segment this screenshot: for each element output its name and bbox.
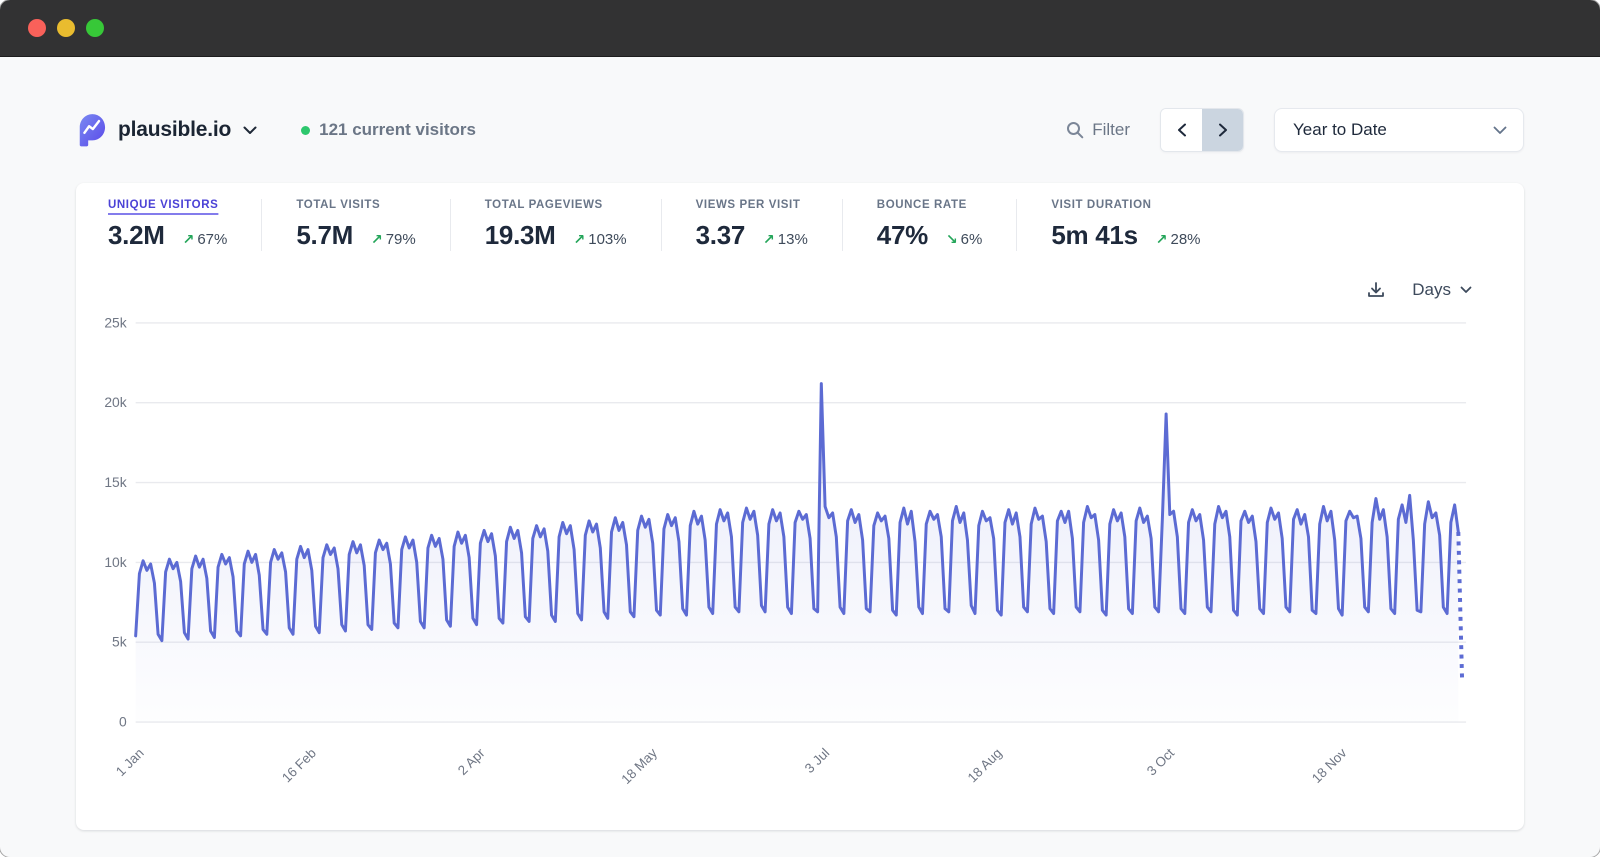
current-visitors-label: 121 current visitors — [319, 120, 476, 140]
stat-change: 13% — [778, 231, 808, 248]
y-axis-labels: 0 5k 10k 15k 20k 25k — [104, 314, 127, 729]
stat-change: 67% — [197, 231, 227, 248]
svg-text:20k: 20k — [104, 394, 126, 410]
chevron-down-icon — [1460, 286, 1472, 294]
stat-value: 47% — [877, 220, 928, 251]
stat-change: 6% — [961, 231, 983, 248]
analytics-card: UNIQUE VISITORS 3.2M ↗67% TOTAL VISITS 5… — [76, 183, 1524, 830]
date-nav — [1160, 108, 1244, 152]
traffic-lights — [28, 19, 104, 37]
live-dot-icon — [301, 126, 310, 135]
svg-text:1 Jan: 1 Jan — [113, 745, 147, 779]
svg-text:15k: 15k — [104, 474, 126, 490]
trend-up-icon: ↗ — [371, 231, 383, 247]
chevron-down-icon — [1493, 126, 1507, 135]
svg-text:0: 0 — [119, 714, 127, 730]
stat-total-pageviews[interactable]: TOTAL PAGEVIEWS 19.3M ↗103% — [451, 199, 662, 251]
next-period-button[interactable] — [1202, 109, 1243, 151]
stat-views-per-visit[interactable]: VIEWS PER VISIT 3.37 ↗13% — [662, 199, 843, 251]
svg-text:5k: 5k — [112, 634, 127, 650]
trend-up-icon: ↗ — [183, 231, 195, 247]
chart-controls: Days — [76, 271, 1524, 309]
stats-row: UNIQUE VISITORS 3.2M ↗67% TOTAL VISITS 5… — [76, 183, 1524, 269]
stat-unique-visitors[interactable]: UNIQUE VISITORS 3.2M ↗67% — [108, 199, 262, 251]
close-button[interactable] — [28, 19, 46, 37]
site-selector[interactable]: plausible.io — [76, 113, 257, 147]
interval-label: Days — [1412, 280, 1451, 300]
filter-label: Filter — [1092, 120, 1130, 140]
stat-label: UNIQUE VISITORS — [108, 199, 227, 211]
stat-bounce-rate[interactable]: BOUNCE RATE 47% ↘6% — [843, 199, 1018, 251]
stat-value: 3.2M — [108, 220, 165, 251]
minimize-button[interactable] — [57, 19, 75, 37]
dashboard-header: plausible.io 121 current visitors Filter — [76, 105, 1524, 155]
stat-visit-duration[interactable]: VISIT DURATION 5m 41s ↗28% — [1017, 199, 1234, 251]
svg-text:3 Jul: 3 Jul — [802, 745, 833, 776]
window-titlebar — [0, 0, 1600, 57]
trend-down-icon: ↘ — [946, 231, 958, 247]
svg-text:18 Aug: 18 Aug — [965, 745, 1005, 785]
stat-change: 79% — [386, 231, 416, 248]
stat-label: TOTAL VISITS — [296, 199, 415, 211]
stat-label: VISIT DURATION — [1051, 199, 1200, 211]
previous-period-button[interactable] — [1161, 109, 1202, 151]
app-window: plausible.io 121 current visitors Filter — [0, 0, 1600, 857]
trend-up-icon: ↗ — [763, 231, 775, 247]
stat-value: 5m 41s — [1051, 220, 1137, 251]
current-visitors[interactable]: 121 current visitors — [301, 120, 476, 140]
partial-day-dotted-line — [1458, 532, 1462, 681]
svg-text:18 Nov: 18 Nov — [1309, 745, 1350, 786]
filter-button[interactable]: Filter — [1066, 120, 1130, 140]
site-name: plausible.io — [118, 118, 231, 142]
stat-label: TOTAL PAGEVIEWS — [485, 199, 627, 211]
stat-change: 103% — [588, 231, 626, 248]
date-range-picker[interactable]: Year to Date — [1274, 108, 1524, 152]
trend-up-icon: ↗ — [574, 231, 586, 247]
date-range-label: Year to Date — [1293, 120, 1387, 140]
svg-text:18 May: 18 May — [618, 745, 660, 787]
zoom-button[interactable] — [86, 19, 104, 37]
svg-text:10k: 10k — [104, 554, 126, 570]
chevron-down-icon — [243, 126, 257, 135]
stat-label: VIEWS PER VISIT — [696, 199, 808, 211]
stat-value: 19.3M — [485, 220, 556, 251]
stat-change: 28% — [1170, 231, 1200, 248]
svg-text:16 Feb: 16 Feb — [279, 745, 319, 785]
svg-text:2 Apr: 2 Apr — [455, 745, 488, 778]
svg-text:3 Oct: 3 Oct — [1144, 745, 1177, 778]
svg-text:25k: 25k — [104, 314, 126, 330]
stat-value: 3.37 — [696, 220, 745, 251]
visitors-chart[interactable]: 0 5k 10k 15k 20k 25k 1 Jan 16 Feb 2 Apr 18 May 3 … — [76, 309, 1524, 807]
stat-label: BOUNCE RATE — [877, 199, 983, 211]
stat-total-visits[interactable]: TOTAL VISITS 5.7M ↗79% — [262, 199, 450, 251]
stat-value: 5.7M — [296, 220, 353, 251]
download-icon[interactable] — [1366, 280, 1386, 300]
interval-dropdown[interactable]: Days — [1412, 280, 1472, 300]
trend-up-icon: ↗ — [1156, 231, 1168, 247]
plausible-logo — [76, 113, 106, 147]
search-icon — [1066, 121, 1084, 139]
x-axis-labels: 1 Jan 16 Feb 2 Apr 18 May 3 Jul 18 Aug 3 Oct 18… — [113, 745, 1350, 787]
